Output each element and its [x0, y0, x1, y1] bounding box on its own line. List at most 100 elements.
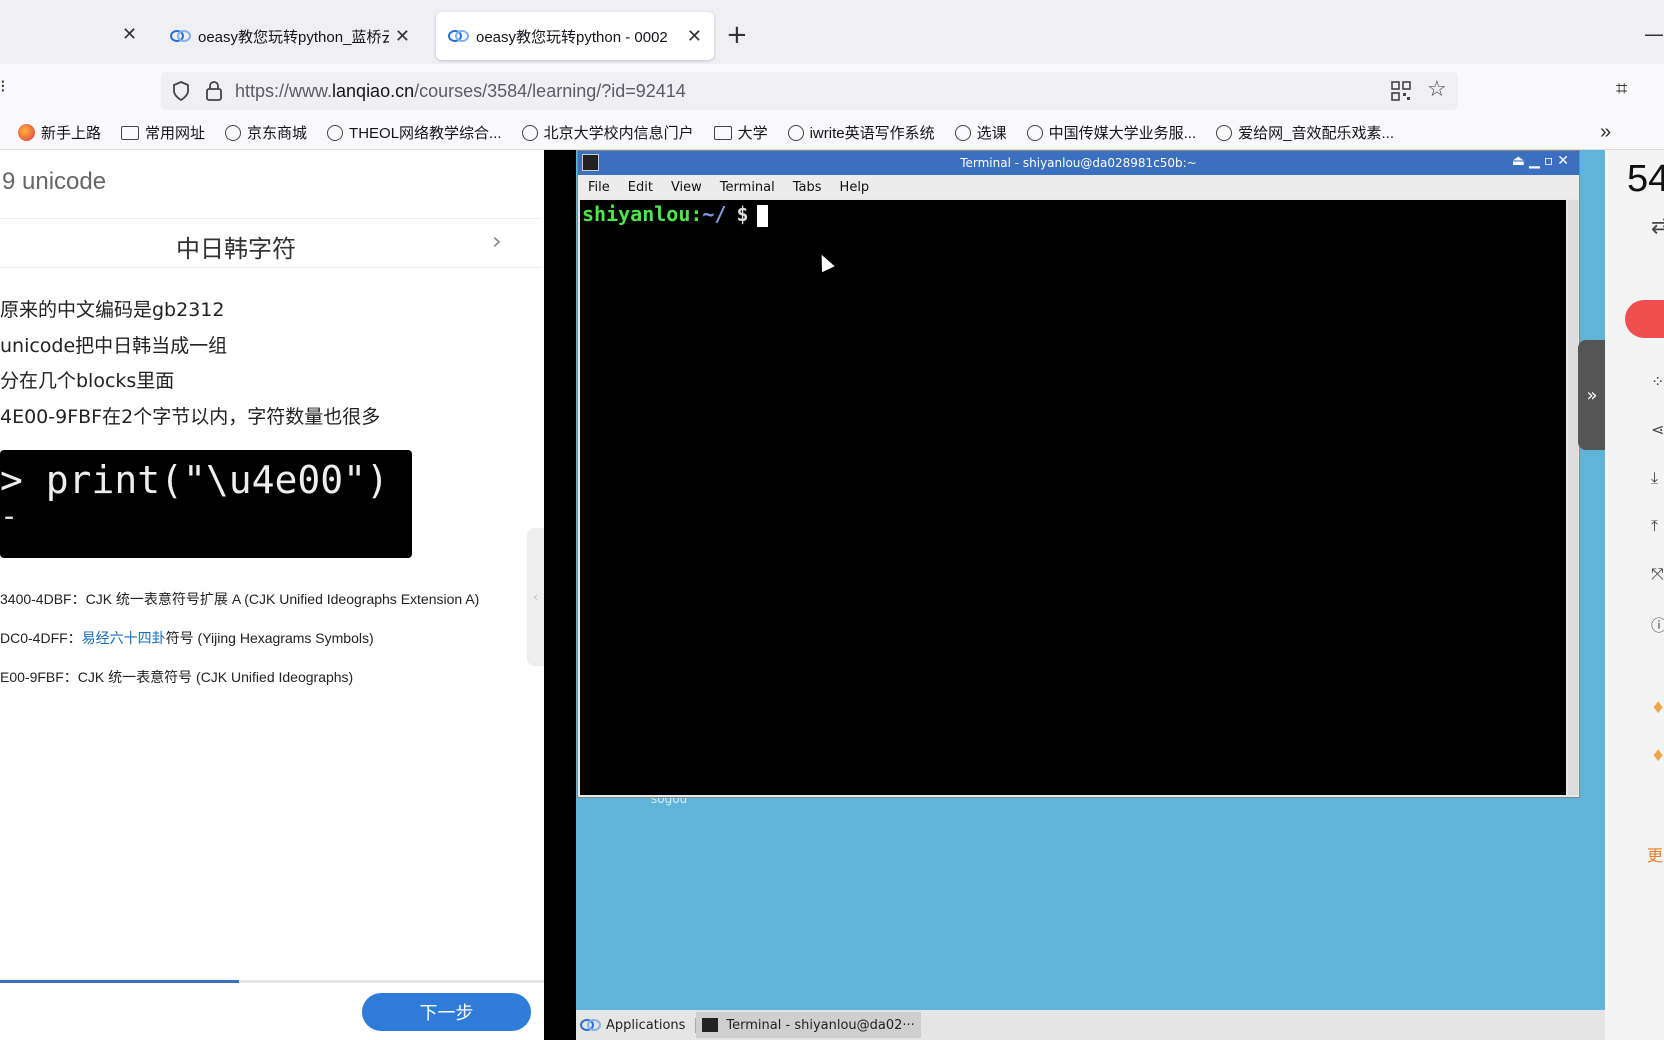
tab-title: oeasy教您玩转python - 0002	[476, 28, 668, 46]
bookmark-item[interactable]: 北京大学校内信息门户	[521, 122, 694, 143]
navigation-bar: ⁝ https://www.lanqiao.cn/courses/3584/le…	[0, 64, 1664, 116]
code-cursor: -	[0, 499, 19, 534]
tab-active-course[interactable]: oeasy教您玩转python - 0002 ✕	[436, 12, 714, 60]
folder-icon	[121, 125, 140, 140]
bookmark-item[interactable]: iwrite英语写作系统	[787, 122, 935, 143]
bookmark-star-icon[interactable]: ☆	[1427, 77, 1447, 102]
pane-collapse-handle[interactable]: ‹	[527, 528, 544, 666]
chevron-left-icon: ‹	[533, 590, 538, 604]
terminal-window[interactable]: Terminal - shiyanlou@da028981c50b:~ ⏏▁▫✕…	[577, 150, 1580, 798]
bookmark-item[interactable]: 爱给网_音效配乐戏素...	[1216, 122, 1394, 143]
bookmark-label: 北京大学校内信息门户	[543, 125, 694, 142]
chevron-right-icon[interactable]: ›	[492, 227, 502, 255]
taskbar-terminal-item[interactable]: Terminal - shiyanlou@da02···	[696, 1012, 921, 1038]
menu-terminal[interactable]: Terminal	[720, 180, 775, 195]
menu-view[interactable]: View	[671, 180, 702, 195]
stop-button[interactable]	[1625, 300, 1664, 338]
bookmark-item[interactable]: 大学	[713, 122, 768, 143]
prompt-user: shiyanlou:	[582, 202, 703, 226]
lesson-pane: 9 unicode 中日韩字符 › 原来的中文编码是gb2312 unicode…	[0, 150, 544, 1040]
switch-icon[interactable]: ⇄	[1651, 214, 1664, 239]
next-step-button[interactable]: 下一步	[362, 993, 531, 1031]
double-chevron-right-icon: »	[1586, 384, 1598, 406]
applications-menu[interactable]: Applications	[576, 1017, 697, 1033]
url-prefix: https://www.	[235, 80, 333, 101]
bullet-line: 4E00-9FBF在2个字节以内，字符数量也很多	[0, 405, 381, 428]
bookmark-label: THEOL网络教学综合...	[349, 125, 502, 142]
lanqiao-logo-icon	[448, 30, 469, 42]
window-minimize-icon[interactable]: —	[1644, 22, 1664, 46]
panel-toggle-button[interactable]: »	[1578, 340, 1606, 450]
progress-fill	[0, 980, 240, 983]
range-text: 符号 (Yijing Hexagrams Symbols)	[165, 630, 374, 646]
download-icon[interactable]: ⤓	[1651, 468, 1658, 488]
bookmark-item[interactable]: 京东商城	[225, 122, 307, 143]
lesson-title: 9 unicode	[2, 168, 107, 195]
globe-icon	[225, 124, 242, 141]
close-icon[interactable]: ✕	[687, 26, 702, 47]
bookmark-item[interactable]: 中国传媒大学业务服...	[1026, 122, 1197, 143]
tab-lanqiao-course[interactable]: oeasy教您玩转python_蓝桥云课 ✕	[158, 12, 422, 60]
sidebar-toggle-icon[interactable]: ⁝	[0, 76, 6, 97]
bullet-line: unicode把中日韩当成一组	[0, 334, 228, 357]
diamond-icon[interactable]: ♦	[1651, 746, 1664, 765]
bookmarks-toolbar: 新手上路 常用网址 京东商城 THEOL网络教学综合... 北京大学校内信息门户…	[0, 116, 1664, 150]
screenshot-crop-icon[interactable]: ⌗	[1616, 76, 1627, 100]
range-link[interactable]: 易经六十四卦	[82, 630, 166, 646]
bookmark-item[interactable]: 常用网址	[121, 122, 205, 143]
close-icon[interactable]: ✕	[395, 26, 410, 47]
bookmark-label: iwrite英语写作系统	[809, 125, 935, 142]
bookmark-label: 中国传媒大学业务服...	[1048, 125, 1197, 142]
menu-edit[interactable]: Edit	[628, 180, 653, 195]
terminal-titlebar[interactable]: Terminal - shiyanlou@da028981c50b:~ ⏏▁▫✕	[578, 151, 1579, 175]
firefox-icon	[18, 124, 35, 141]
terminal-screen[interactable]: shiyanlou:~/ $	[580, 200, 1566, 795]
bookmark-label: 新手上路	[41, 125, 102, 142]
lock-icon[interactable]	[205, 80, 223, 102]
url-text[interactable]: https://www.lanqiao.cn/courses/3584/lear…	[235, 81, 686, 102]
code-line: > print("\u4e00")	[0, 458, 389, 502]
close-icon[interactable]: ✕	[122, 24, 137, 45]
upload-icon[interactable]: ⤒	[1651, 516, 1658, 536]
bookmark-item[interactable]: 新手上路	[18, 122, 101, 143]
bookmark-label: 常用网址	[145, 125, 206, 142]
bookmark-item[interactable]: 选课	[954, 122, 1007, 143]
lesson-bullets: 原来的中文编码是gb2312 unicode把中日韩当成一组 分在几个block…	[0, 293, 380, 435]
section-header[interactable]: 中日韩字符 ›	[0, 218, 542, 268]
new-tab-plus-icon[interactable]: +	[726, 20, 748, 50]
bookmarks-overflow-chevron-icon[interactable]: »	[1600, 121, 1611, 144]
terminal-scrollbar[interactable]	[1568, 200, 1578, 795]
range-line: 3400-4DBF：CJK 统一表意符号扩展 A (CJK Unified Id…	[0, 580, 479, 619]
window-controls[interactable]: ⏏▁▫✕	[1512, 153, 1573, 169]
bookmark-item[interactable]: THEOL网络教学综合...	[327, 122, 502, 143]
applications-label: Applications	[606, 1017, 686, 1033]
bookmark-label: 京东商城	[247, 125, 308, 142]
tab-strip: ✕ oeasy教您玩转python_蓝桥云课 ✕ oeasy教您玩转python…	[0, 0, 1664, 64]
url-bar[interactable]: https://www.lanqiao.cn/courses/3584/lear…	[161, 72, 1458, 110]
shield-icon[interactable]	[171, 80, 191, 102]
menu-help[interactable]: Help	[840, 180, 870, 195]
bookmark-label: 选课	[976, 125, 1007, 142]
settings-icon[interactable]: ⁘	[1651, 372, 1664, 391]
menu-file[interactable]: File	[588, 180, 610, 195]
shell-prompt: shiyanlou:~/ $	[582, 202, 768, 227]
share-icon[interactable]: ⋖	[1651, 420, 1664, 439]
fullscreen-icon[interactable]: ⤧	[1651, 564, 1664, 584]
more-label[interactable]: 更	[1647, 842, 1663, 866]
section-title: 中日韩字符	[176, 235, 296, 263]
terminal-icon	[582, 154, 599, 171]
bookmark-label: 爱给网_音效配乐戏素...	[1238, 125, 1394, 142]
info-icon[interactable]: ⓘ	[1651, 612, 1664, 636]
timer-display: 54	[1627, 158, 1664, 200]
range-line: E00-9FBF：CJK 统一表意符号 (CJK Unified Ideogra…	[0, 658, 479, 697]
desktop-taskbar: Applications Terminal - shiyanlou@da02··…	[576, 1010, 1605, 1040]
folder-icon	[713, 125, 732, 140]
menu-tabs[interactable]: Tabs	[793, 180, 822, 195]
diamond-icon[interactable]: ♦	[1651, 698, 1664, 717]
text-cursor	[756, 204, 768, 227]
code-screenshot: > print("\u4e00") -	[0, 450, 412, 558]
range-line: DC0-4DFF：易经六十四卦符号 (Yijing Hexagrams Symb…	[0, 619, 479, 658]
qr-code-icon[interactable]	[1391, 81, 1411, 101]
lesson-progress-bar	[0, 980, 544, 983]
globe-icon	[1026, 124, 1043, 141]
